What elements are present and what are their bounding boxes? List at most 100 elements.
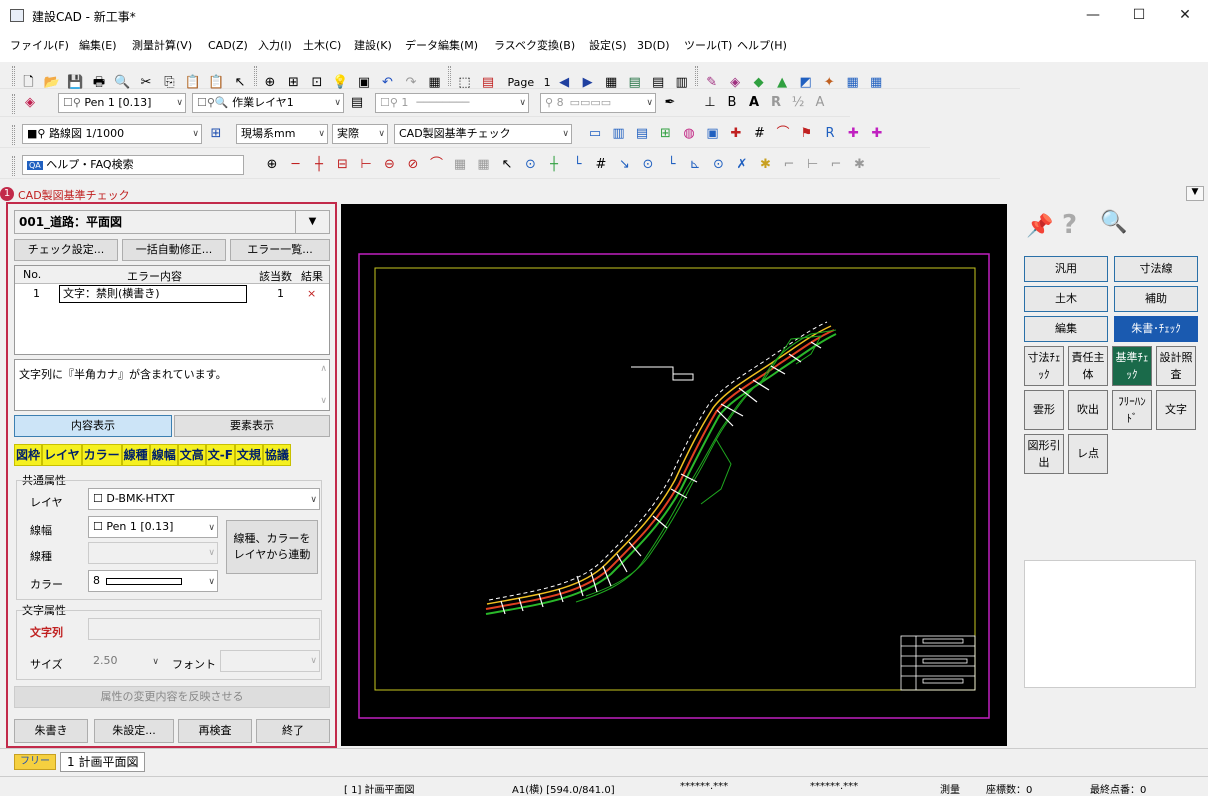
snap-i-icon[interactable]: ▦	[451, 156, 469, 174]
check-mode-select[interactable]: CAD製図基準チェック ∨	[394, 124, 572, 144]
close-button[interactable]: ✕	[1162, 0, 1208, 30]
btn-checkmark[interactable]: レ点	[1068, 434, 1108, 474]
snap-y-icon[interactable]: ✱	[851, 156, 869, 174]
eyedropper-icon[interactable]: ✒	[661, 94, 679, 112]
red-settings-button[interactable]: 朱設定...	[94, 719, 174, 743]
snap-c-icon[interactable]: ┼	[310, 156, 328, 174]
cat-text-height[interactable]: 文高	[177, 444, 206, 466]
drawing-tool-icon[interactable]: ⊞	[207, 125, 225, 143]
apply-changes-button[interactable]: 属性の変更内容を反映させる	[14, 686, 330, 708]
snap-l-icon[interactable]: ┼	[545, 156, 563, 174]
btn-civil[interactable]: 土木	[1024, 286, 1108, 312]
redline-button[interactable]: 朱書き	[14, 719, 88, 743]
btn-balloon[interactable]: 吹出	[1068, 390, 1108, 430]
layer2-select[interactable]: ☐⚲ 1 ──────── ∨	[375, 93, 529, 113]
menu-help[interactable]: ヘルプ(H)	[737, 30, 787, 62]
menu-raster[interactable]: ラスベク変換(B)	[494, 30, 575, 62]
snap-g-icon[interactable]: ⊘	[404, 156, 422, 174]
tab-sheet-1[interactable]: 1 計画平面図	[60, 752, 146, 772]
check-f-icon[interactable]: ▣	[704, 125, 722, 143]
check-j-icon[interactable]: ⚑	[798, 125, 816, 143]
tab-element-view[interactable]: 要素表示	[174, 415, 330, 437]
cat-frame[interactable]: 図枠	[14, 444, 43, 466]
check-m-icon[interactable]: ✚	[868, 125, 886, 143]
search-icon[interactable]: 🔍	[1100, 210, 1127, 235]
snap-d-icon[interactable]: ⊟	[334, 156, 352, 174]
text-attr-icon[interactable]: ⊥	[701, 94, 719, 112]
layer-select[interactable]: ☐⚲🔍 作業レイヤ1 ∨	[192, 93, 344, 113]
btn-general[interactable]: 汎用	[1024, 256, 1108, 282]
layer-attr-select[interactable]: ☐ D-BMK-HTXT ∨	[88, 488, 320, 510]
btn-auxiliary[interactable]: 補助	[1114, 286, 1198, 312]
auto-fix-button[interactable]: 一括自動修正...	[122, 239, 226, 261]
cat-linetype[interactable]: 線種	[121, 444, 150, 466]
pen-select[interactable]: ☐⚲ Pen 1 [0.13] ∨	[58, 93, 186, 113]
btn-cloud[interactable]: 雲形	[1024, 390, 1064, 430]
btn-redline-check[interactable]: 朱書･ﾁｪｯｸ	[1114, 316, 1198, 342]
snap-u-icon[interactable]: ✱	[757, 156, 775, 174]
check-l-icon[interactable]: ✚	[845, 125, 863, 143]
snap-b-icon[interactable]: ─	[287, 156, 305, 174]
menu-input[interactable]: 入力(I)	[258, 30, 292, 62]
btn-text[interactable]: 文字	[1156, 390, 1196, 430]
btn-design-review[interactable]: 設計照査	[1156, 346, 1196, 386]
snap-w-icon[interactable]: ⊢	[804, 156, 822, 174]
check-b-icon[interactable]: ▥	[610, 125, 628, 143]
coord-select[interactable]: 現場系mm ∨	[236, 124, 328, 144]
menu-cad[interactable]: CAD(Z)	[208, 30, 248, 62]
help-icon[interactable]: ?	[1062, 210, 1077, 240]
text-fraction-icon[interactable]: ½	[789, 94, 807, 112]
snap-h-icon[interactable]: ⌒	[428, 156, 446, 174]
cat-color[interactable]: カラー	[81, 444, 122, 466]
scale-mode-select[interactable]: 実際 ∨	[332, 124, 388, 144]
attribute-icon[interactable]: ◈	[21, 94, 39, 112]
minimize-button[interactable]: —	[1070, 0, 1116, 30]
cad-canvas[interactable]	[341, 204, 1007, 746]
check-d-icon[interactable]: ⊞	[657, 125, 675, 143]
cat-layer[interactable]: レイヤ	[42, 444, 82, 466]
snap-a-icon[interactable]: ⊕	[263, 156, 281, 174]
menu-file[interactable]: ファイル(F)	[10, 30, 69, 62]
btn-shape-leader[interactable]: 図形引出	[1024, 434, 1064, 474]
pointer-icon[interactable]: ↖	[498, 156, 516, 174]
menu-3d[interactable]: 3D(D)	[637, 30, 670, 62]
menu-construction[interactable]: 建設(K)	[354, 30, 392, 62]
width-attr-select[interactable]: ☐ Pen 1 [0.13] ∨	[88, 516, 218, 538]
btn-dimension[interactable]: 寸法線	[1114, 256, 1198, 282]
color-attr-select[interactable]: 8 ∨	[88, 570, 218, 592]
snap-e-icon[interactable]: ⊢	[357, 156, 375, 174]
snap-q-icon[interactable]: └	[663, 156, 681, 174]
scroll-up-icon[interactable]: ∧	[320, 364, 327, 374]
linetype-attr-select[interactable]: ∨	[88, 542, 218, 564]
btn-edit[interactable]: 編集	[1024, 316, 1108, 342]
exit-button[interactable]: 終了	[256, 719, 330, 743]
btn-standard-check[interactable]: 基準ﾁｪｯｸ	[1112, 346, 1152, 386]
snap-t-icon[interactable]: ✗	[733, 156, 751, 174]
drawing-select[interactable]: ■⚲ 路線図 1/1000 ∨	[22, 124, 202, 144]
btn-freehand[interactable]: ﾌﾘｰﾊﾝﾄﾞ	[1112, 390, 1152, 430]
text-r-icon[interactable]: R	[767, 94, 785, 112]
check-k-icon[interactable]: R	[821, 125, 839, 143]
cat-text-font[interactable]: 文-F	[205, 444, 235, 466]
snap-v-icon[interactable]: ⌐	[780, 156, 798, 174]
snap-k-icon[interactable]: ⊙	[522, 156, 540, 174]
cat-linewidth[interactable]: 線幅	[149, 444, 178, 466]
error-list-button[interactable]: エラー一覧...	[230, 239, 330, 261]
check-h-icon[interactable]: #	[751, 125, 769, 143]
check-a-icon[interactable]: ▭	[586, 125, 604, 143]
snap-m-icon[interactable]: └	[569, 156, 587, 174]
snap-f-icon[interactable]: ⊖	[381, 156, 399, 174]
menu-survey[interactable]: 測量計算(V)	[132, 30, 192, 62]
maximize-button[interactable]: ☐	[1116, 0, 1162, 30]
snap-r-icon[interactable]: ⊾	[686, 156, 704, 174]
menu-tools[interactable]: ツール(T)	[684, 30, 732, 62]
pin-icon[interactable]: 📌	[1026, 214, 1053, 239]
menu-civil[interactable]: 土木(C)	[303, 30, 341, 62]
cat-consult[interactable]: 協議	[262, 444, 291, 466]
check-g-icon[interactable]: ✚	[727, 125, 745, 143]
recheck-button[interactable]: 再検査	[178, 719, 252, 743]
drawing-type-select[interactable]: 001_道路：平面図 ▼	[14, 210, 330, 234]
check-e-icon[interactable]: ◍	[680, 125, 698, 143]
snap-j-icon[interactable]: ▦	[475, 156, 493, 174]
snap-n-icon[interactable]: #	[592, 156, 610, 174]
